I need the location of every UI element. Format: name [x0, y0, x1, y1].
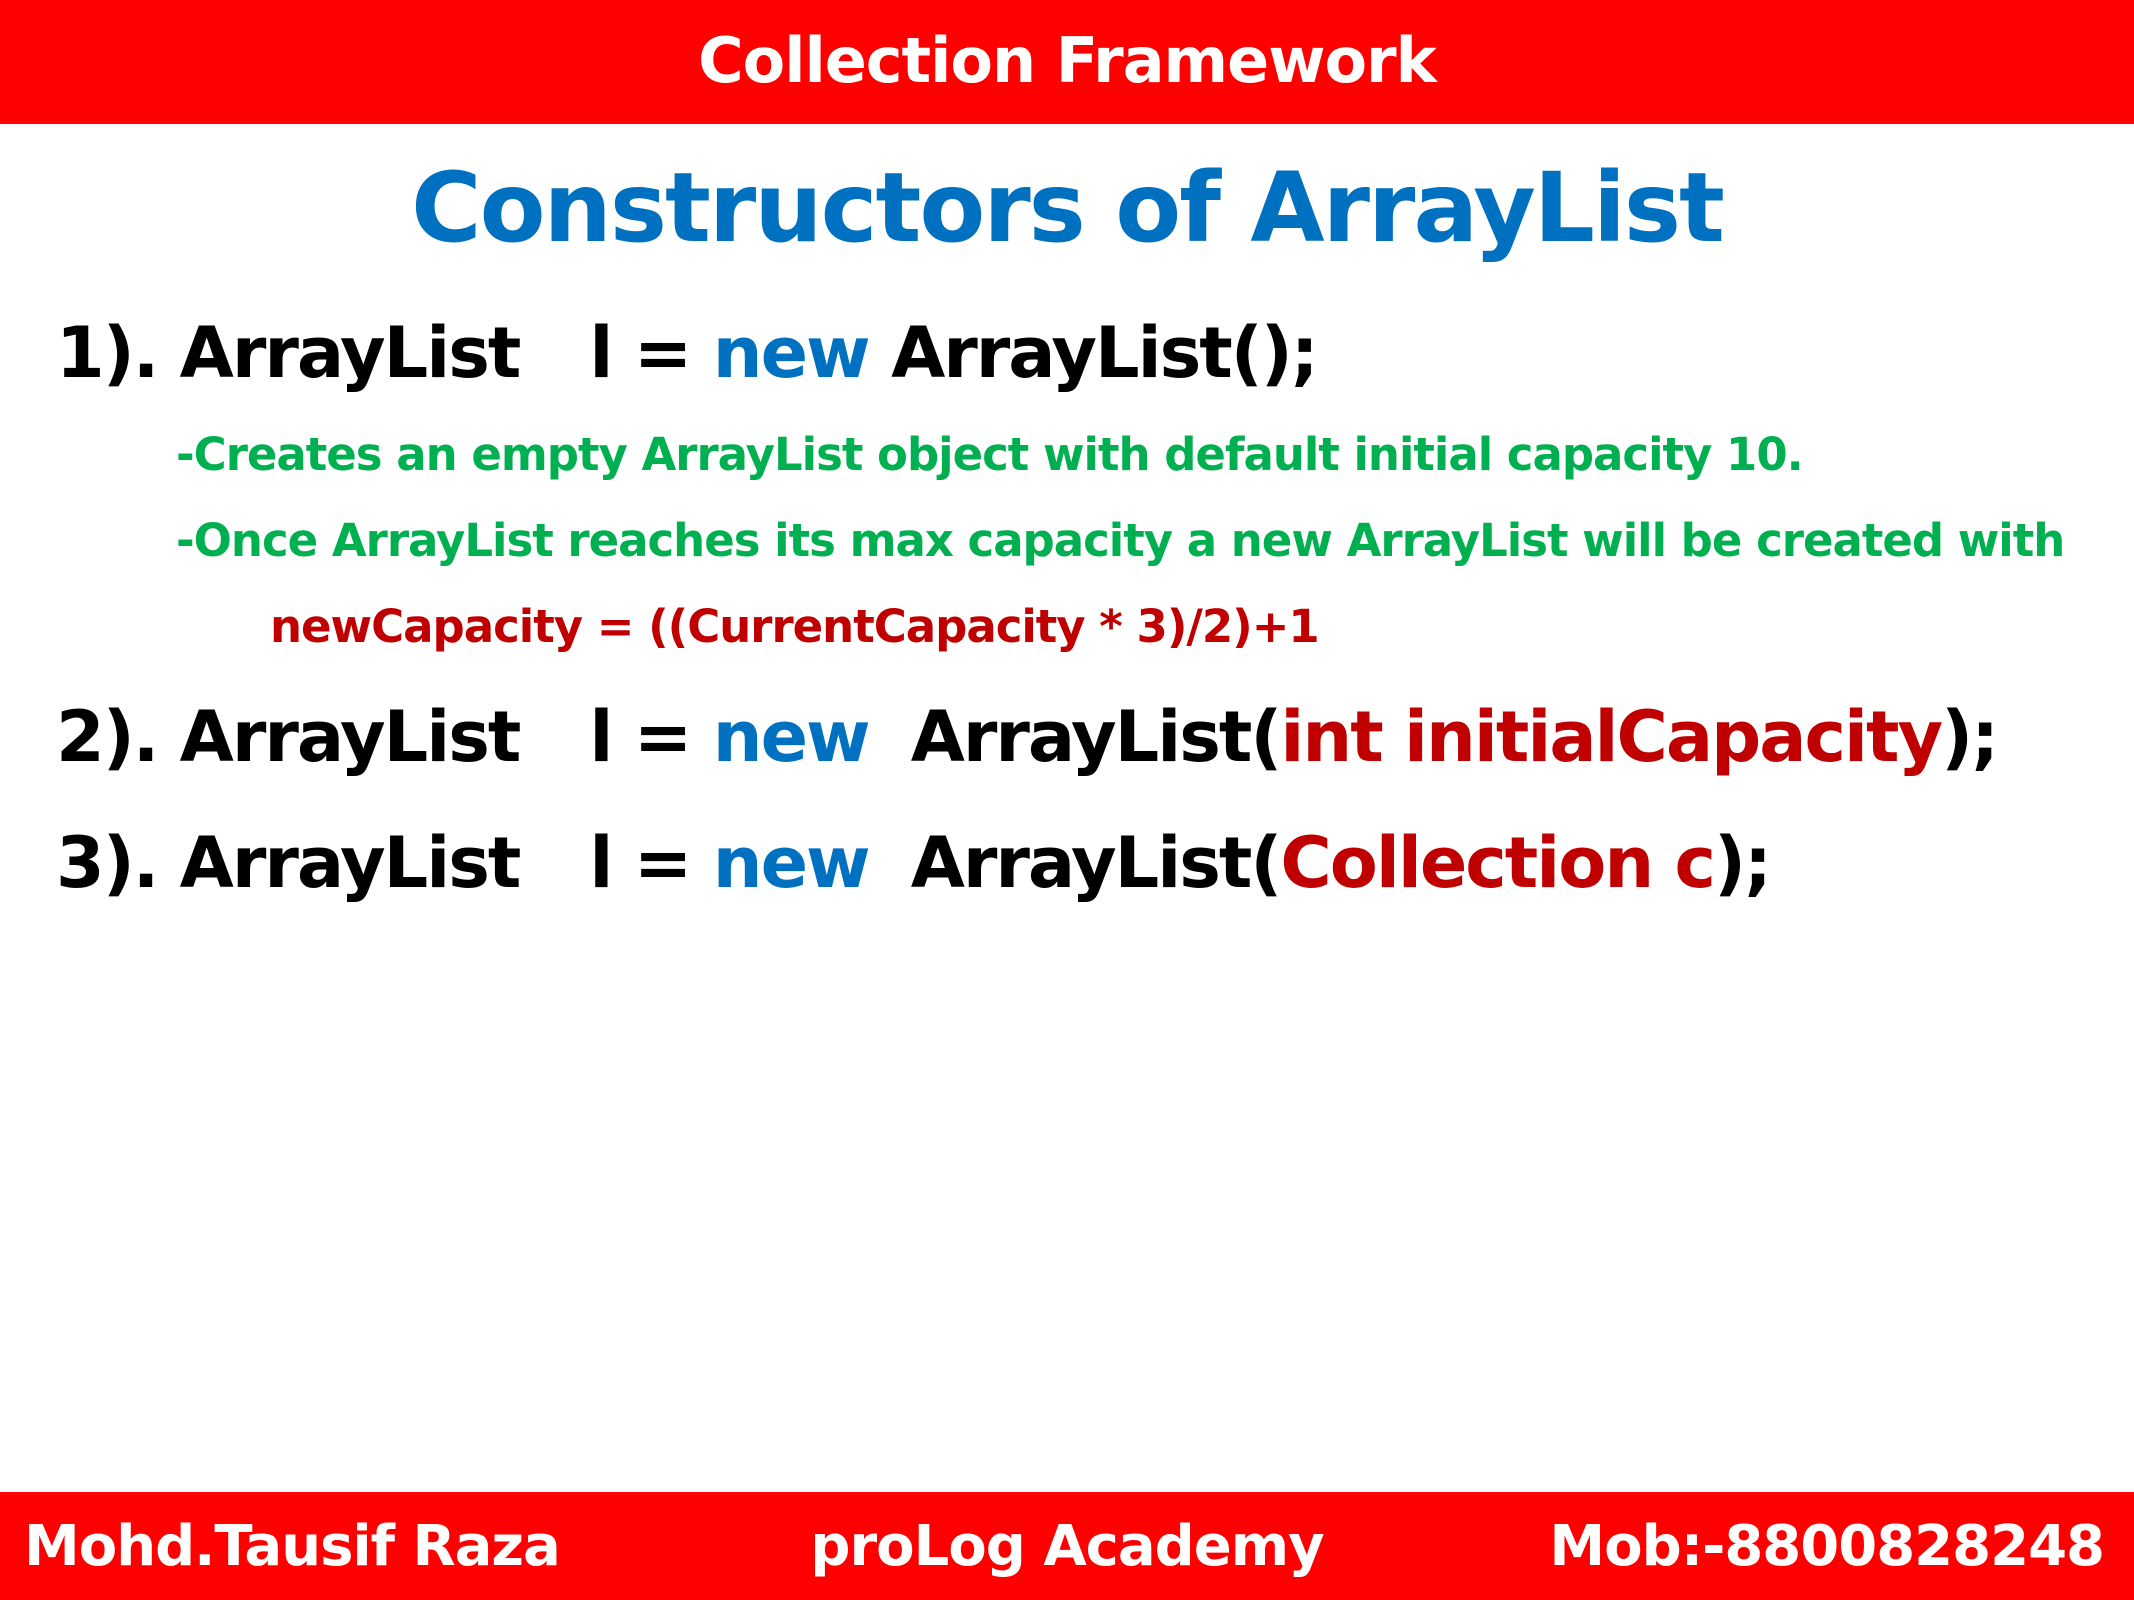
- constructor-equals: =: [633, 696, 693, 778]
- constructor-equals: =: [633, 312, 693, 394]
- constructor-var: l: [589, 822, 613, 904]
- note-growth: -Once ArrayList reaches its max capacity…: [176, 514, 2065, 567]
- constructor-class-call: ArrayList(: [910, 822, 1283, 904]
- constructor-param: Collection c: [1280, 822, 1716, 904]
- header-title: Collection Framework: [698, 23, 1437, 97]
- constructor-var: l: [589, 312, 613, 394]
- constructor-number: 3).: [56, 822, 159, 904]
- constructor-type: ArrayList: [179, 822, 522, 904]
- constructor-line-2: 2). ArrayList l = new ArrayList(int initia…: [56, 692, 1999, 782]
- slide-title: Constructors of ArrayList: [411, 152, 1725, 264]
- constructor-type: ArrayList: [179, 312, 522, 394]
- constructor-close: );: [1260, 312, 1319, 394]
- constructor-keyword: new: [712, 696, 871, 778]
- constructor-keyword: new: [712, 822, 871, 904]
- capacity-formula: newCapacity = ((CurrentCapacity * 3)/2)+…: [270, 600, 1320, 653]
- constructor-class-call: ArrayList(: [891, 312, 1263, 394]
- constructor-close: );: [1941, 696, 1999, 778]
- constructor-class-call: ArrayList(: [910, 696, 1283, 778]
- footer-banner: Mohd.Tausif Raza proLog Academy Mob:-880…: [0, 1492, 2134, 1600]
- header-banner: Collection Framework: [0, 0, 2134, 124]
- footer-mobile: Mob:-8800828248: [1549, 1514, 2105, 1579]
- constructor-line-3: 3). ArrayList l = new ArrayList(Collection…: [56, 818, 1772, 908]
- constructor-param: int initialCapacity: [1280, 696, 1943, 778]
- constructor-close: );: [1714, 822, 1772, 904]
- constructor-equals: =: [633, 822, 693, 904]
- constructor-line-1: 1). ArrayList l = new ArrayList();: [56, 308, 1319, 398]
- constructor-keyword: new: [712, 312, 871, 394]
- note-default-capacity: -Creates an empty ArrayList object with …: [176, 428, 1804, 481]
- constructor-number: 2).: [56, 696, 159, 778]
- constructor-var: l: [589, 696, 613, 778]
- constructor-number: 1).: [56, 312, 159, 394]
- constructor-type: ArrayList: [179, 696, 522, 778]
